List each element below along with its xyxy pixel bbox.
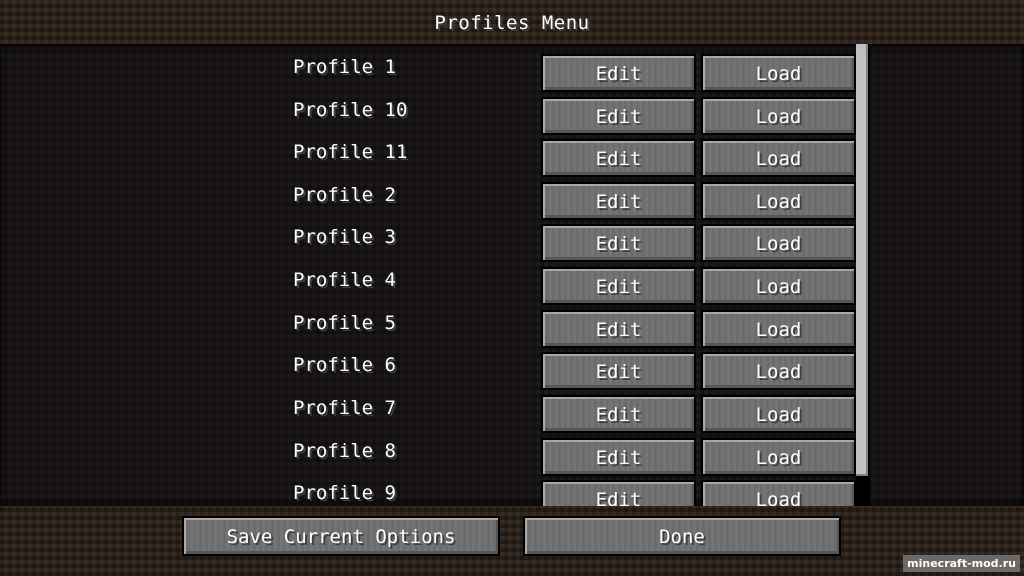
load-button[interactable]: Load: [701, 395, 856, 433]
profile-list: Profile 1 Edit Load Profile 10 Edit Load…: [0, 44, 1024, 506]
edit-button[interactable]: Edit: [541, 310, 696, 348]
header: Profiles Menu: [0, 0, 1024, 44]
edit-button[interactable]: Edit: [541, 139, 696, 177]
list-item: Profile 6 Edit Load: [0, 344, 1024, 390]
edit-button[interactable]: Edit: [541, 54, 696, 92]
edit-button[interactable]: Edit: [541, 97, 696, 135]
edit-button[interactable]: Edit: [541, 224, 696, 262]
load-button[interactable]: Load: [701, 267, 856, 305]
list-item: Profile 4 Edit Load: [0, 259, 1024, 305]
profile-name: Profile 11: [293, 141, 408, 163]
list-item: Profile 5 Edit Load: [0, 302, 1024, 348]
load-button[interactable]: Load: [701, 139, 856, 177]
watermark: minecraft-mod.ru: [903, 555, 1020, 572]
profile-name: Profile 9: [293, 482, 396, 504]
done-button[interactable]: Done: [523, 516, 841, 556]
save-current-options-button[interactable]: Save Current Options: [182, 516, 500, 556]
profile-name: Profile 10: [293, 99, 408, 121]
load-button[interactable]: Load: [701, 224, 856, 262]
profile-name: Profile 3: [293, 226, 396, 248]
list-item: Profile 9 Edit Load: [0, 472, 1024, 506]
load-button[interactable]: Load: [701, 310, 856, 348]
list-item: Profile 8 Edit Load: [0, 430, 1024, 476]
profile-name: Profile 2: [293, 184, 396, 206]
edit-button[interactable]: Edit: [541, 480, 696, 506]
load-button[interactable]: Load: [701, 54, 856, 92]
list-item: Profile 3 Edit Load: [0, 216, 1024, 262]
scrollbar-thumb[interactable]: [856, 44, 868, 476]
load-button[interactable]: Load: [701, 480, 856, 506]
profile-name: Profile 1: [293, 56, 396, 78]
profile-name: Profile 6: [293, 354, 396, 376]
list-item: Profile 2 Edit Load: [0, 174, 1024, 220]
load-button[interactable]: Load: [701, 182, 856, 220]
list-item: Profile 11 Edit Load: [0, 131, 1024, 177]
list-item: Profile 7 Edit Load: [0, 387, 1024, 433]
list-item: Profile 10 Edit Load: [0, 89, 1024, 135]
edit-button[interactable]: Edit: [541, 182, 696, 220]
load-button[interactable]: Load: [701, 352, 856, 390]
edit-button[interactable]: Edit: [541, 395, 696, 433]
list-item: Profile 1 Edit Load: [0, 46, 1024, 92]
page-title: Profiles Menu: [434, 12, 590, 34]
profile-name: Profile 8: [293, 440, 396, 462]
load-button[interactable]: Load: [701, 438, 856, 476]
edit-button[interactable]: Edit: [541, 352, 696, 390]
profile-name: Profile 4: [293, 269, 396, 291]
profile-name: Profile 7: [293, 397, 396, 419]
profile-name: Profile 5: [293, 312, 396, 334]
footer: Save Current Options Done: [0, 506, 1024, 576]
edit-button[interactable]: Edit: [541, 267, 696, 305]
load-button[interactable]: Load: [701, 97, 856, 135]
edit-button[interactable]: Edit: [541, 438, 696, 476]
